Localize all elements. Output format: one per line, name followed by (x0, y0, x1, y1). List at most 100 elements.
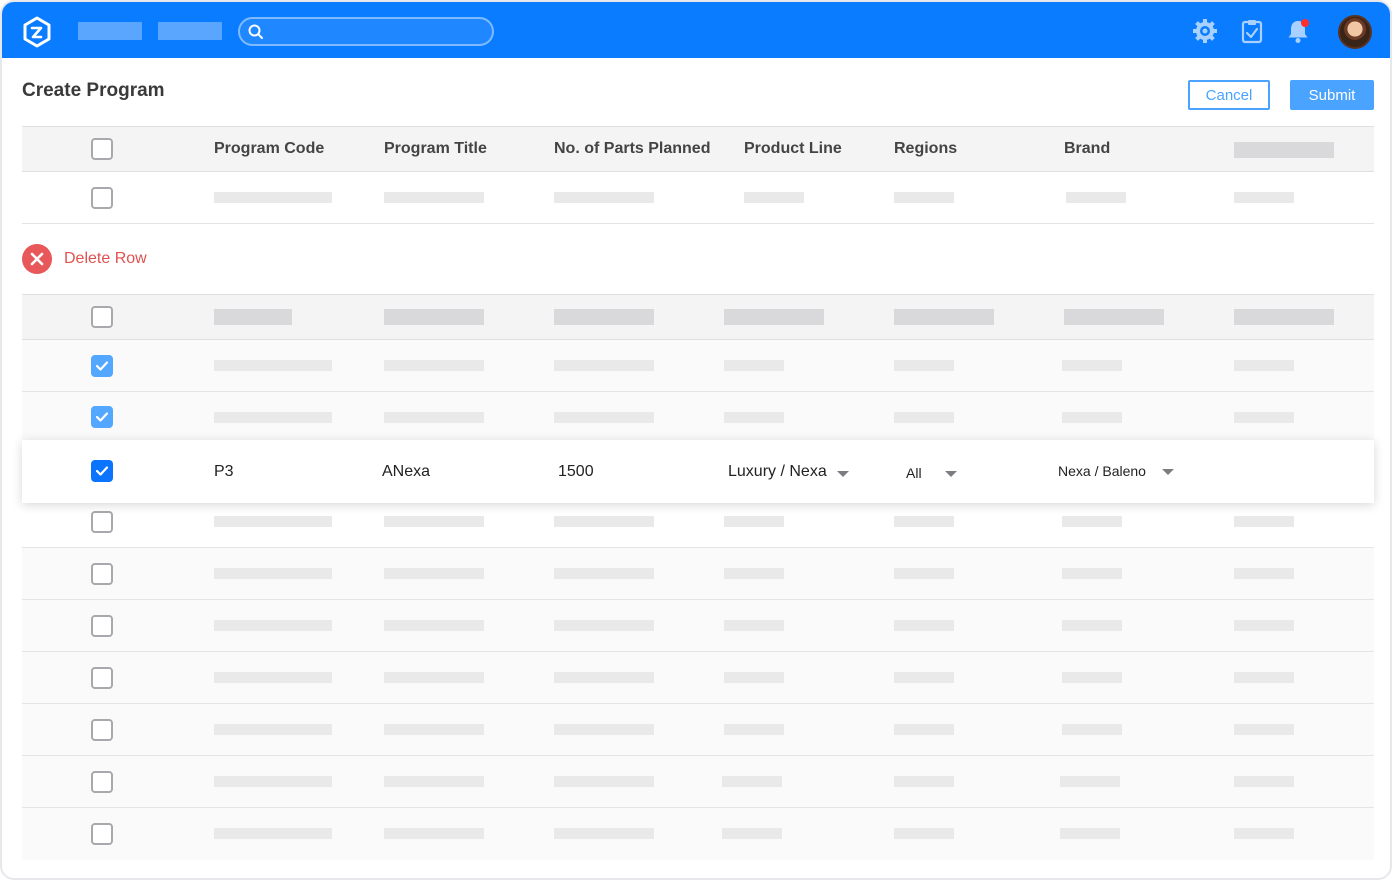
chevron-down-icon[interactable] (837, 471, 849, 477)
delete-row-button[interactable]: Delete Row (22, 244, 147, 274)
cell-placeholder (894, 724, 954, 735)
search-input[interactable] (238, 17, 494, 46)
search-icon (248, 24, 263, 39)
notification-badge (1301, 19, 1309, 27)
table-row[interactable] (22, 808, 1374, 860)
settings-gear-icon[interactable] (1192, 18, 1218, 44)
column-header-program-code[interactable]: Program Code (214, 140, 324, 158)
cell-placeholder (384, 828, 484, 839)
column-header-placeholder (1234, 309, 1334, 325)
row-checkbox[interactable] (91, 719, 113, 741)
cell-placeholder (894, 828, 954, 839)
logo-icon[interactable] (22, 16, 52, 48)
cell-placeholder (384, 672, 484, 683)
select-all-checkbox[interactable] (91, 138, 113, 160)
table-row-selected[interactable]: P3 ANexa 1500 Luxury / Nexa All Nexa / B… (22, 440, 1374, 503)
check-icon (95, 361, 109, 371)
row-checkbox[interactable] (91, 667, 113, 689)
row-checkbox[interactable] (91, 563, 113, 585)
cell-placeholder (894, 776, 954, 787)
column-header-brand[interactable]: Brand (1064, 140, 1110, 158)
cancel-button[interactable]: Cancel (1188, 80, 1270, 110)
page-title: Create Program (22, 80, 165, 101)
cell-placeholder (724, 360, 784, 371)
chevron-down-icon[interactable] (1162, 469, 1174, 475)
chevron-down-icon[interactable] (945, 471, 957, 477)
cell-placeholder (744, 192, 804, 203)
column-header-regions[interactable]: Regions (894, 140, 957, 158)
cell-placeholder (214, 360, 332, 371)
cell-placeholder (1060, 828, 1120, 839)
cell-placeholder (722, 776, 782, 787)
avatar[interactable] (1338, 15, 1372, 49)
cell-placeholder (1234, 412, 1294, 423)
table-row[interactable] (22, 496, 1374, 548)
row-checkbox[interactable] (91, 187, 113, 209)
table-row[interactable] (22, 704, 1374, 756)
cell-placeholder (894, 192, 954, 203)
cell-placeholder (1062, 412, 1122, 423)
cell-placeholder (724, 724, 784, 735)
submit-button[interactable]: Submit (1290, 80, 1374, 110)
table-row[interactable] (22, 172, 1374, 224)
parts-planned-cell[interactable]: 1500 (558, 463, 594, 481)
column-header-product-line[interactable]: Product Line (744, 140, 842, 158)
row-checkbox[interactable] (91, 771, 113, 793)
nav-item-placeholder[interactable] (78, 22, 142, 40)
table-row[interactable] (22, 756, 1374, 808)
table-row[interactable] (22, 652, 1374, 704)
row-checkbox[interactable] (91, 406, 113, 428)
nav-item-placeholder[interactable] (158, 22, 222, 40)
column-header-placeholder (554, 309, 654, 325)
row-checkbox[interactable] (91, 511, 113, 533)
cell-placeholder (554, 360, 654, 371)
cell-placeholder (384, 412, 484, 423)
cell-placeholder (1062, 672, 1122, 683)
select-all-checkbox[interactable] (91, 306, 113, 328)
cell-placeholder (1234, 516, 1294, 527)
table-row[interactable] (22, 548, 1374, 600)
cell-placeholder (214, 516, 332, 527)
table-row[interactable] (22, 600, 1374, 652)
cell-placeholder (384, 360, 484, 371)
row-checkbox[interactable] (91, 823, 113, 845)
app-window: Create Program Cancel Submit Program Cod… (0, 0, 1392, 880)
row-checkbox[interactable] (91, 355, 113, 377)
cell-placeholder (1062, 620, 1122, 631)
cell-placeholder (214, 828, 332, 839)
cell-placeholder (214, 568, 332, 579)
cell-placeholder (384, 724, 484, 735)
product-line-select[interactable]: Luxury / Nexa (728, 463, 827, 481)
program-title-cell[interactable]: ANexa (382, 463, 430, 481)
regions-select[interactable]: All (906, 465, 922, 481)
cell-placeholder (214, 620, 332, 631)
cell-placeholder (554, 568, 654, 579)
top-navigation-bar (2, 2, 1390, 58)
cell-placeholder (214, 672, 332, 683)
cell-placeholder (894, 360, 954, 371)
cell-placeholder (554, 192, 654, 203)
cell-placeholder (554, 516, 654, 527)
cell-placeholder (724, 516, 784, 527)
cell-placeholder (1234, 568, 1294, 579)
cell-placeholder (384, 568, 484, 579)
table-row[interactable] (22, 340, 1374, 392)
cell-placeholder (1062, 568, 1122, 579)
column-header-program-title[interactable]: Program Title (384, 140, 487, 158)
cell-placeholder (384, 192, 484, 203)
row-checkbox[interactable] (91, 460, 113, 482)
cell-placeholder (554, 412, 654, 423)
cell-placeholder (384, 776, 484, 787)
column-header-parts-planned[interactable]: No. of Parts Planned (554, 140, 710, 158)
table-row[interactable] (22, 392, 1374, 444)
cell-placeholder (1062, 360, 1122, 371)
clipboard-check-icon[interactable] (1239, 18, 1265, 44)
cell-placeholder (554, 672, 654, 683)
row-checkbox[interactable] (91, 615, 113, 637)
brand-select[interactable]: Nexa / Baleno (1058, 463, 1146, 479)
column-header-placeholder (384, 309, 484, 325)
cell-placeholder (1234, 724, 1294, 735)
cell-placeholder (1234, 776, 1294, 787)
program-code-cell[interactable]: P3 (214, 463, 234, 481)
bell-icon[interactable] (1285, 18, 1311, 44)
